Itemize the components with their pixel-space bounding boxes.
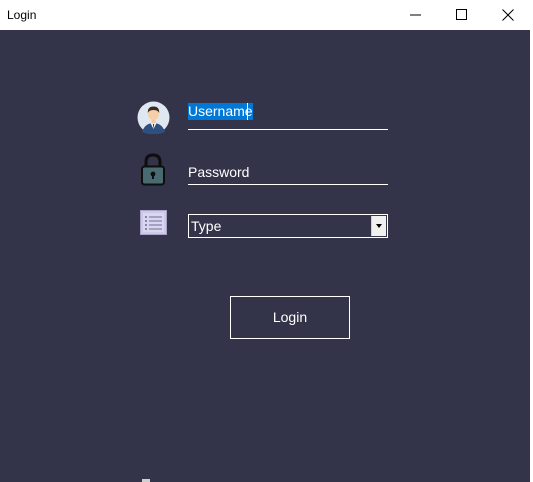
title-bar: Login — [0, 0, 533, 30]
close-icon — [502, 9, 514, 21]
maximize-icon — [456, 9, 467, 20]
window-title: Login — [7, 8, 37, 22]
username-field[interactable]: Username — [188, 101, 388, 130]
list-icon — [140, 210, 167, 235]
type-dropdown-value: Type — [191, 218, 222, 234]
login-panel — [0, 30, 530, 482]
login-button[interactable]: Login — [230, 296, 350, 339]
chevron-down-icon — [376, 224, 382, 228]
maximize-button[interactable] — [439, 0, 485, 30]
username-input-value: Username — [188, 103, 253, 120]
password-field[interactable]: Password — [188, 162, 388, 185]
type-dropdown[interactable]: Type — [188, 214, 388, 238]
minimize-button[interactable] — [393, 0, 439, 30]
padlock-icon — [140, 153, 166, 186]
user-avatar-icon — [137, 101, 170, 135]
minimize-icon — [410, 14, 421, 16]
text-caret — [247, 103, 248, 120]
close-button[interactable] — [485, 0, 531, 30]
password-input-value: Password — [188, 164, 250, 180]
dropdown-arrow-button[interactable] — [371, 216, 386, 236]
